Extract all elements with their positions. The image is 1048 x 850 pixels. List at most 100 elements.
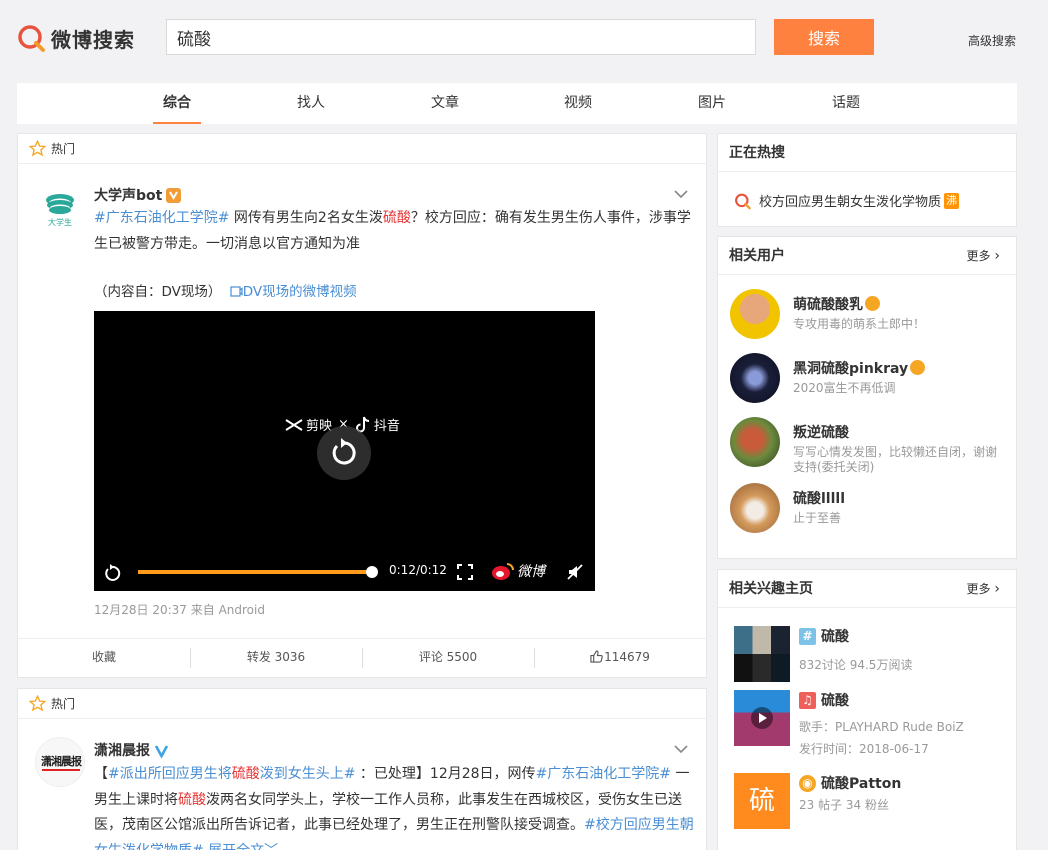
hot-search-item[interactable]: 校方回应男生朝女生泼化学物质 沸 <box>734 191 960 210</box>
repost-button[interactable]: 转发 3036 <box>190 639 362 676</box>
post-actions: 收藏 转发 3036 评论 5500 114679 <box>18 638 706 676</box>
search-input[interactable] <box>166 19 756 55</box>
hashtag-link[interactable]: 泼到女生头上# <box>260 766 356 782</box>
capcut-icon <box>285 418 303 431</box>
page-stats: 832讨论 94.5万阅读 <box>799 658 913 672</box>
section-label: 热门 <box>51 142 76 156</box>
video-source-link[interactable]: DV现场的微博视频 <box>230 284 357 300</box>
user-name[interactable]: 叛逆硫酸 <box>793 422 849 442</box>
author-avatar[interactable]: 大学生 <box>35 181 85 231</box>
user-item[interactable]: 硫酸lllll 止于至善 <box>730 483 1005 535</box>
user-avatar[interactable] <box>730 289 780 339</box>
user-avatar[interactable] <box>730 417 780 467</box>
user-avatar[interactable] <box>730 483 780 533</box>
play-button[interactable] <box>751 707 773 729</box>
topic-thumbnail[interactable] <box>734 626 790 682</box>
tab-topics[interactable]: 话题 <box>822 83 870 124</box>
logo-q-icon <box>18 25 45 52</box>
hot-badge: 沸 <box>944 192 960 209</box>
post-text-segment: ：已处理】12月28日，网传 <box>355 766 536 782</box>
related-pages-title: 相关兴趣主页 <box>729 581 813 597</box>
collect-button[interactable]: 收藏 <box>18 639 190 676</box>
author-name[interactable]: 大学声bot <box>94 185 162 205</box>
video-player[interactable]: 剪映 × 抖音 0:12/0:12 微博 <box>94 311 595 591</box>
card-section-header: 热门 <box>18 689 706 719</box>
author-avatar[interactable]: 潇湘晨报 <box>35 737 85 787</box>
user-name[interactable]: 黑洞硫酸pinkray <box>793 358 926 378</box>
tab-images[interactable]: 图片 <box>688 83 736 124</box>
user-item[interactable]: 萌硫酸酸乳 专攻用毒的萌系土郎中！ <box>730 289 1005 341</box>
post-meta: 12月28日 20:37 来自 Android <box>94 603 265 617</box>
user-desc: 写写心情发发图，比较懒还自闭，谢谢支持(委托关闭) <box>793 445 998 474</box>
progress-track[interactable] <box>138 566 378 578</box>
page-item[interactable]: # 硫酸 832讨论 94.5万阅读 <box>734 626 1004 682</box>
page-name[interactable]: ♫ 硫酸 <box>799 690 849 710</box>
control-replay-icon[interactable] <box>102 563 122 583</box>
related-users-title: 相关用户 <box>729 248 785 264</box>
tab-videos[interactable]: 视频 <box>554 83 602 124</box>
hashtag-link[interactable]: #广东石油化工学院# <box>536 766 671 782</box>
user-name-text: 萌硫酸酸乳 <box>793 297 863 313</box>
page-name[interactable]: ◉ 硫酸Patton <box>799 773 901 793</box>
music-note-icon: ♫ <box>799 691 816 709</box>
weibo-watermark: 微博 <box>491 561 545 581</box>
more-label: 更多 <box>966 249 991 263</box>
search-q-icon <box>735 193 751 209</box>
post-text-segment: 网传有男生向2名女生泼 <box>229 210 383 226</box>
hashtag-link[interactable]: #派出所回应男生将 <box>108 766 232 782</box>
hashtag-link[interactable]: #广东石油化工学院# <box>94 210 229 226</box>
page-name-text: 硫酸 <box>821 693 849 709</box>
user-name[interactable]: 硫酸lllll <box>793 488 845 508</box>
page-item[interactable]: ♫ 硫酸 歌手：PLAYHARD Rude BoiZ 发行时间：2018-06-1… <box>734 690 1004 756</box>
progress-fill <box>138 570 372 574</box>
user-item[interactable]: 叛逆硫酸 写写心情发发图，比较懒还自闭，谢谢支持(委托关闭) <box>730 417 1005 477</box>
replay-button[interactable] <box>317 426 371 480</box>
comment-button[interactable]: 评论 5500 <box>362 639 534 676</box>
hashtag-link[interactable]: 展开全文﹀ <box>204 843 278 850</box>
chevron-down-icon[interactable] <box>674 189 688 199</box>
keyword-highlight: 硫酸 <box>178 791 206 808</box>
page-name[interactable]: # 硫酸 <box>799 626 849 646</box>
feed-card: 热门 大学生 大学声bot #广东石油化工学院# 网传有男生向2名女生泼硫酸？校… <box>17 133 707 678</box>
related-pages-more-link[interactable]: 更多 › <box>967 570 1000 608</box>
progress-knob[interactable] <box>366 566 378 578</box>
related-users-more-link[interactable]: 更多 › <box>967 237 1000 275</box>
music-thumbnail[interactable] <box>734 690 790 746</box>
author-name[interactable]: 潇湘晨报 <box>94 740 150 760</box>
logo-text: 微博搜索 <box>51 27 135 52</box>
mute-icon[interactable] <box>567 564 583 580</box>
weibo-search-logo[interactable]: 微博搜索 <box>17 22 135 54</box>
video-brand-right: 抖音 <box>373 419 400 434</box>
page-name-text: 硫酸Patton <box>821 776 902 792</box>
play-icon <box>759 713 767 723</box>
advanced-search-link[interactable]: 高级搜索 <box>968 32 1016 49</box>
more-label: 更多 <box>966 582 991 596</box>
chevron-down-icon[interactable] <box>674 744 688 754</box>
page-stats: 23 帖子 34 粉丝 <box>799 798 889 812</box>
keyword-highlight: 硫酸 <box>231 766 260 782</box>
tab-users[interactable]: 找人 <box>287 83 335 124</box>
star-icon <box>29 140 46 157</box>
page-item[interactable]: 硫 ◉ 硫酸Patton 23 帖子 34 粉丝 <box>734 773 1004 829</box>
avatar-stripe <box>42 769 80 771</box>
super-topic-thumbnail[interactable]: 硫 <box>734 773 790 829</box>
verified-blue-icon <box>154 743 169 759</box>
tab-articles[interactable]: 文章 <box>421 83 469 124</box>
video-link-icon <box>230 286 243 297</box>
fullscreen-icon[interactable] <box>457 564 473 580</box>
like-button[interactable]: 114679 <box>534 639 706 676</box>
weibo-logo-icon <box>492 563 514 580</box>
user-name[interactable]: 萌硫酸酸乳 <box>793 294 880 314</box>
page-name-text: 硫酸 <box>821 629 849 645</box>
section-label: 热门 <box>51 697 76 711</box>
user-item[interactable]: 黑洞硫酸pinkray 2020富生不再低调 <box>730 353 1005 405</box>
chevron-right-icon: › <box>994 581 1000 597</box>
tab-comprehensive[interactable]: 综合 <box>153 83 201 124</box>
user-avatar[interactable] <box>730 353 780 403</box>
related-pages-header: 相关兴趣主页 更多 › <box>718 570 1016 608</box>
search-button[interactable]: 搜索 <box>774 19 874 55</box>
keyword-highlight: 硫酸 <box>382 210 411 226</box>
thumb-char: 硫 <box>748 786 775 816</box>
feed-card: 热门 潇湘晨报 潇湘晨报 【#派出所回应男生将硫酸泼到女生头上# ：已处理】12… <box>17 688 707 850</box>
video-time: 0:12/0:12 <box>389 563 447 577</box>
